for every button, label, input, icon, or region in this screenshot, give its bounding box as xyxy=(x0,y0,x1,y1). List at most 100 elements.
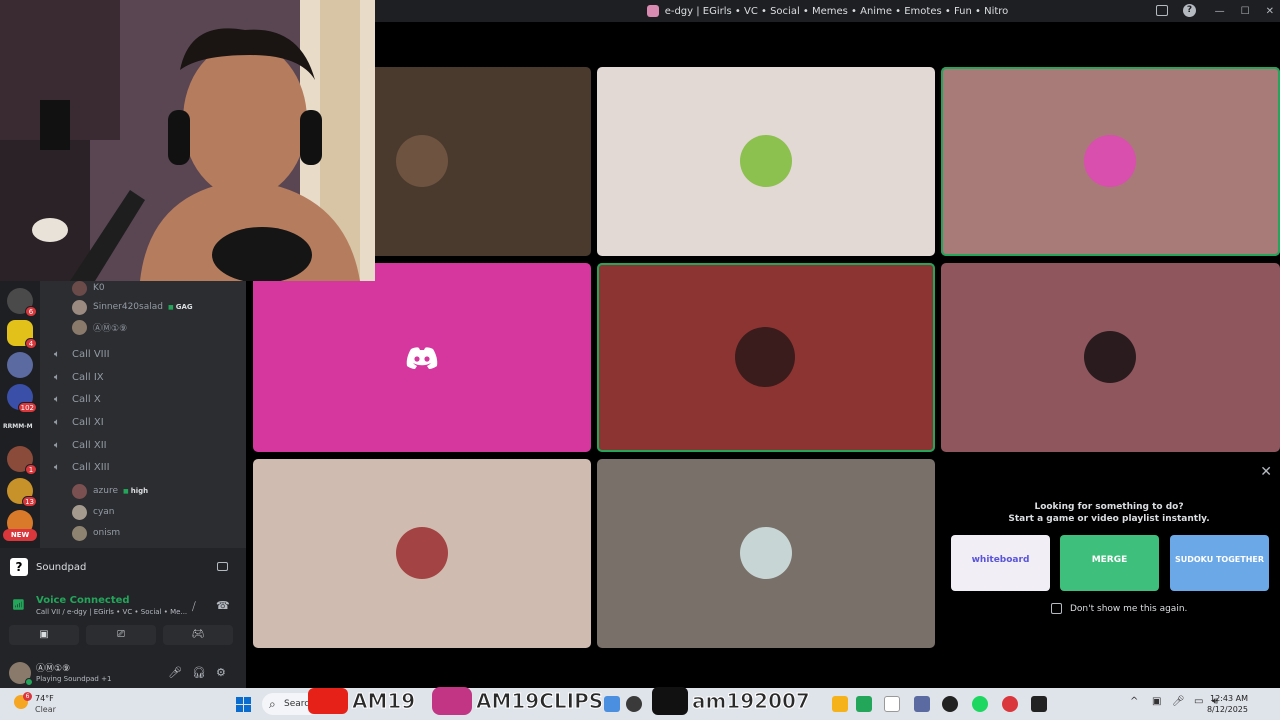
avatar xyxy=(72,280,87,296)
user-status: Playing Soundpad +1 xyxy=(36,675,112,683)
video-tile[interactable] xyxy=(941,67,1280,256)
screen: e-dgy | EGirls • VC • Social • Memes • A… xyxy=(0,0,1280,720)
channel-name: Call X xyxy=(72,393,101,405)
member-name: cyan xyxy=(93,507,115,517)
channel-name: Call XII xyxy=(72,439,107,451)
speaker-icon: 🔈︎ xyxy=(54,461,60,473)
voice-member[interactable]: onism xyxy=(72,525,120,541)
disconnect-icon[interactable]: ☎ xyxy=(216,599,230,612)
speaker-icon: 🔈︎ xyxy=(54,439,60,451)
app-icon[interactable] xyxy=(604,696,620,712)
voice-channel[interactable]: 🔈︎ Call X xyxy=(54,390,101,408)
signal-icon[interactable]: 📶︎ xyxy=(12,600,25,611)
popout-icon[interactable] xyxy=(217,562,228,571)
mention-badge: 1 xyxy=(25,464,37,475)
voice-status[interactable]: Voice Connected xyxy=(36,595,130,606)
voice-channel[interactable]: 🔈︎ Call XII xyxy=(54,436,107,454)
activity-card-label: MERGE xyxy=(1091,555,1128,565)
voice-member[interactable]: cyan xyxy=(72,504,115,520)
noise-suppression-icon[interactable]: ⧸ xyxy=(192,600,196,614)
voice-channel[interactable]: 🔈︎ Call IX xyxy=(54,368,104,386)
member-name: K0 xyxy=(93,283,105,293)
checkbox-label: Don't show me this again. xyxy=(1070,603,1188,614)
inbox-icon[interactable] xyxy=(1156,5,1168,16)
activity-card-whiteboard[interactable]: whiteboard xyxy=(951,535,1050,591)
speaker-icon: 🔈︎ xyxy=(54,393,60,405)
video-tile[interactable] xyxy=(597,263,935,452)
overlay-handle: AM19 xyxy=(351,689,416,714)
speaker-icon: 🔈︎ xyxy=(54,416,60,428)
network-icon[interactable]: ▭ xyxy=(1194,696,1203,707)
soundpad-activity[interactable]: ? Soundpad xyxy=(0,548,246,586)
video-tile[interactable] xyxy=(597,67,935,256)
notepad-icon[interactable] xyxy=(884,696,900,712)
video-tile[interactable] xyxy=(597,459,935,648)
video-tile[interactable] xyxy=(253,263,591,452)
screen-share-button[interactable]: ⎚ xyxy=(86,625,156,645)
member-tag: GAG xyxy=(168,303,193,311)
overlay-handle: AM19CLIPS xyxy=(475,689,604,714)
activity-card-label: SUDOKU TOGETHER xyxy=(1174,555,1265,564)
participant-avatar xyxy=(1084,331,1136,383)
voice-location[interactable]: Call VII / e-dgy | EGirls • VC • Social … xyxy=(36,608,187,616)
discord-logo-icon xyxy=(406,346,438,369)
voice-member[interactable]: Sinner420salad GAG xyxy=(72,299,193,315)
server-label[interactable]: RRMM-M xyxy=(3,423,33,430)
tray-app-icon[interactable]: ▣ xyxy=(1152,696,1161,707)
video-tile[interactable] xyxy=(941,263,1280,452)
minimize-icon[interactable]: — xyxy=(1215,6,1225,17)
server-icon[interactable]: 102 xyxy=(7,384,37,413)
clock-date: 8/12/2025 xyxy=(1206,705,1248,714)
voice-channel[interactable]: 🔈︎ Call XIII xyxy=(54,458,110,476)
activity-button[interactable]: 🎮︎ xyxy=(163,625,233,645)
chevron-up-icon[interactable]: ^ xyxy=(1130,696,1138,707)
mention-badge: 4 xyxy=(25,338,37,349)
voice-member[interactable]: azure high xyxy=(72,483,148,499)
media-player-icon[interactable] xyxy=(942,696,958,712)
maximize-icon[interactable]: ☐ xyxy=(1241,6,1250,17)
voice-member[interactable]: K0 xyxy=(72,280,105,296)
camera-button[interactable]: ▣ xyxy=(9,625,79,645)
activity-card-sudoku[interactable]: SUDOKU TOGETHER xyxy=(1170,535,1269,591)
member-tag: high xyxy=(123,487,148,495)
app-icon[interactable] xyxy=(1031,696,1047,712)
username[interactable]: ⒶⓂ①⑨ xyxy=(36,661,70,674)
close-icon[interactable]: ✕ xyxy=(1260,464,1272,480)
activity-heading: Looking for something to do? xyxy=(1034,502,1184,512)
app-icon[interactable] xyxy=(1002,696,1018,712)
server-icon[interactable] xyxy=(7,352,33,378)
dont-show-again[interactable]: Don't show me this again. xyxy=(1051,603,1187,614)
spotify-icon[interactable] xyxy=(972,696,988,712)
checkbox[interactable] xyxy=(1051,603,1062,614)
microphone-icon[interactable]: 🎤︎ xyxy=(168,666,182,679)
settings-gear-icon[interactable]: ⚙ xyxy=(216,666,226,679)
participant-avatar xyxy=(396,527,448,579)
youtube-icon xyxy=(308,688,348,714)
webcam-feed xyxy=(0,0,375,281)
server-icon[interactable]: 13 xyxy=(7,478,37,507)
activity-card-merge[interactable]: MERGE xyxy=(1060,535,1159,591)
voice-connection-panel: 📶︎ Voice Connected Call VII / e-dgy | EG… xyxy=(0,586,246,658)
avatar xyxy=(72,504,87,520)
app-icon[interactable] xyxy=(914,696,930,712)
app-icon[interactable] xyxy=(626,696,642,712)
server-icon[interactable]: 1 xyxy=(7,446,37,475)
server-icon[interactable]: 6 xyxy=(7,288,37,317)
voice-channel[interactable]: 🔈︎ Call VIII xyxy=(54,345,110,363)
close-icon[interactable]: ✕ xyxy=(1266,6,1274,17)
server-icon[interactable]: 4 xyxy=(7,320,37,349)
participant-avatar xyxy=(735,327,795,387)
notification-badge: 6 xyxy=(23,692,32,701)
microphone-icon[interactable]: 🎤︎ xyxy=(1172,696,1185,707)
help-icon[interactable]: ? xyxy=(1183,4,1196,17)
video-tile[interactable] xyxy=(253,459,591,648)
headphones-icon[interactable]: 🎧︎ xyxy=(192,666,206,679)
system-clock[interactable]: 12:43 AM 8/12/2025 xyxy=(1207,693,1248,715)
status-indicator xyxy=(25,678,33,686)
channel-name: Call XI xyxy=(72,416,104,428)
app-icon[interactable] xyxy=(856,696,872,712)
voice-channel[interactable]: 🔈︎ Call XI xyxy=(54,413,104,431)
voice-member[interactable]: ⒶⓂ①⑨ xyxy=(72,319,127,335)
start-windows-icon[interactable] xyxy=(236,697,251,712)
file-explorer-icon[interactable] xyxy=(832,696,848,712)
